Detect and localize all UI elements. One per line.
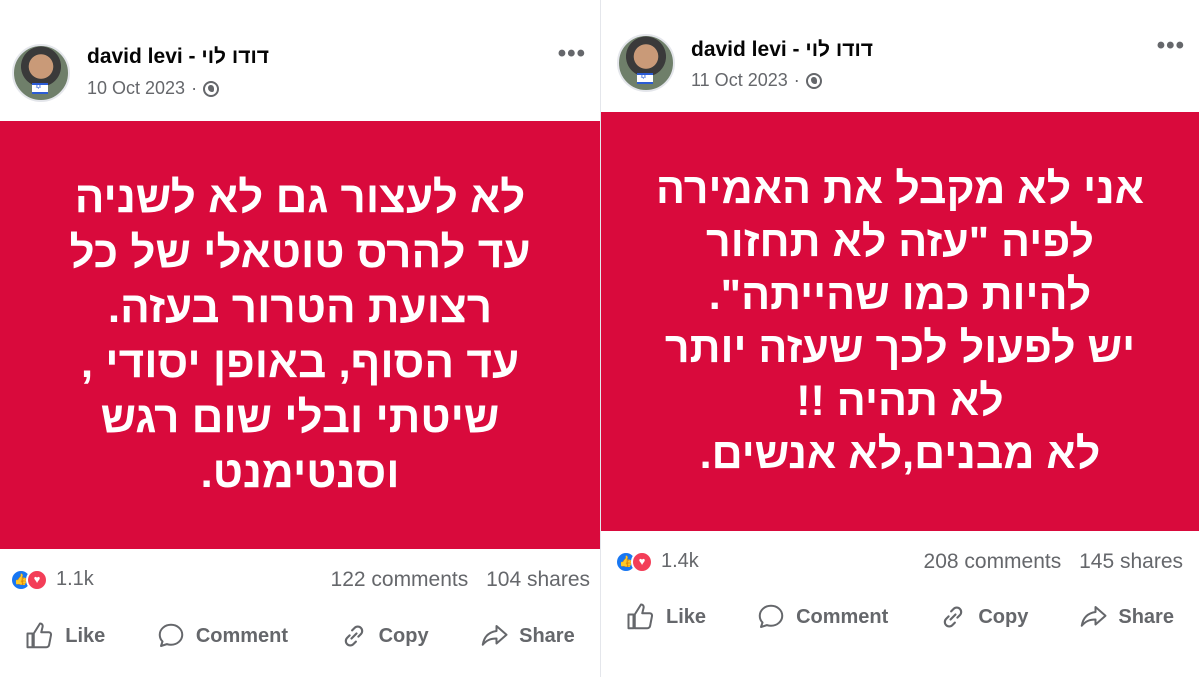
- post-text-banner: אני לא מקבל את האמירה לפיה "עזה לא תחזור…: [601, 112, 1199, 531]
- shares-count[interactable]: 145 shares: [1079, 550, 1183, 573]
- share-label: Share: [1118, 605, 1174, 628]
- reactions-summary[interactable]: 👍 ♥ 1.4k: [615, 550, 699, 573]
- comment-label: Comment: [796, 605, 889, 628]
- copy-button[interactable]: Copy: [339, 621, 429, 651]
- globe-icon: [203, 80, 220, 97]
- post-text: אני לא מקבל את האמירה לפיה "עזה לא תחזור…: [655, 164, 1145, 478]
- like-label: Like: [666, 605, 707, 628]
- post-header: david levi - דודו לוי 11 Oct 2023 · •••: [601, 0, 1199, 120]
- like-label: Like: [65, 624, 106, 647]
- post-meta: 11 Oct 2023 ·: [691, 70, 822, 91]
- globe-icon: [805, 72, 822, 89]
- share-arrow-icon: [481, 625, 508, 646]
- more-dots-icon[interactable]: •••: [558, 40, 586, 68]
- shares-count[interactable]: 104 shares: [486, 568, 590, 591]
- action-bar: Like Comment Copy Share: [0, 608, 600, 664]
- share-button[interactable]: Share: [1078, 602, 1174, 632]
- separator-dot: ·: [793, 70, 800, 90]
- post-stats: 👍 ♥ 1.4k 208 comments 145 shares: [601, 542, 1199, 582]
- like-button[interactable]: Like: [626, 602, 706, 632]
- post-text: לא לעצור גם לא לשניה עד להרס טוטאלי של כ…: [69, 173, 531, 497]
- author-name[interactable]: david levi - דודו לוי: [691, 38, 873, 62]
- comment-button[interactable]: Comment: [156, 621, 288, 651]
- israel-flag-icon: [637, 72, 653, 84]
- comment-button[interactable]: Comment: [756, 602, 888, 632]
- comments-count[interactable]: 208 comments: [924, 550, 1062, 573]
- copy-button[interactable]: Copy: [938, 602, 1028, 632]
- copy-label: Copy: [378, 624, 429, 647]
- israel-flag-icon: [32, 82, 48, 94]
- link-icon: [944, 606, 963, 628]
- post-card: david levi - דודו לוי 10 Oct 2023 · ••• …: [0, 0, 600, 677]
- post-text-banner: לא לעצור גם לא לשניה עד להרס טוטאלי של כ…: [0, 121, 600, 549]
- link-icon: [344, 625, 363, 647]
- comment-bubble-icon: [158, 623, 184, 647]
- post-card: david levi - דודו לוי 11 Oct 2023 · ••• …: [600, 0, 1199, 677]
- avatar[interactable]: [617, 34, 675, 92]
- action-bar: Like Comment Copy Share: [601, 589, 1199, 645]
- post-stats: 👍 ♥ 1.1k 122 comments 104 shares: [0, 560, 600, 600]
- share-arrow-icon: [1081, 606, 1107, 627]
- comments-count[interactable]: 122 comments: [331, 568, 469, 591]
- more-dots-icon[interactable]: •••: [1157, 32, 1185, 60]
- reactions-summary[interactable]: 👍 ♥ 1.1k: [10, 568, 94, 591]
- separator-dot: ·: [191, 78, 198, 98]
- like-button[interactable]: Like: [25, 621, 105, 651]
- post-header: david levi - דודו לוי 10 Oct 2023 · •••: [0, 0, 600, 120]
- comment-bubble-icon: [758, 604, 784, 628]
- share-label: Share: [519, 624, 575, 647]
- thumbs-up-icon: [627, 603, 654, 630]
- thumbs-up-icon: [26, 622, 53, 649]
- post-date[interactable]: 10 Oct 2023: [87, 78, 185, 99]
- copy-label: Copy: [978, 605, 1029, 628]
- love-reaction-icon: ♥: [26, 568, 48, 591]
- love-reaction-icon: ♥: [631, 550, 653, 573]
- comment-label: Comment: [195, 624, 289, 647]
- post-date[interactable]: 11 Oct 2023: [691, 70, 788, 91]
- reactions-count: 1.4k: [661, 550, 699, 572]
- engagement-counts: 122 comments 104 shares: [331, 568, 590, 592]
- engagement-counts: 208 comments 145 shares: [924, 550, 1183, 574]
- author-name[interactable]: david levi - דודו לוי: [87, 45, 269, 69]
- share-button[interactable]: Share: [479, 621, 575, 651]
- avatar[interactable]: [12, 44, 70, 102]
- post-meta: 10 Oct 2023 ·: [87, 78, 220, 99]
- reactions-count: 1.1k: [56, 568, 94, 590]
